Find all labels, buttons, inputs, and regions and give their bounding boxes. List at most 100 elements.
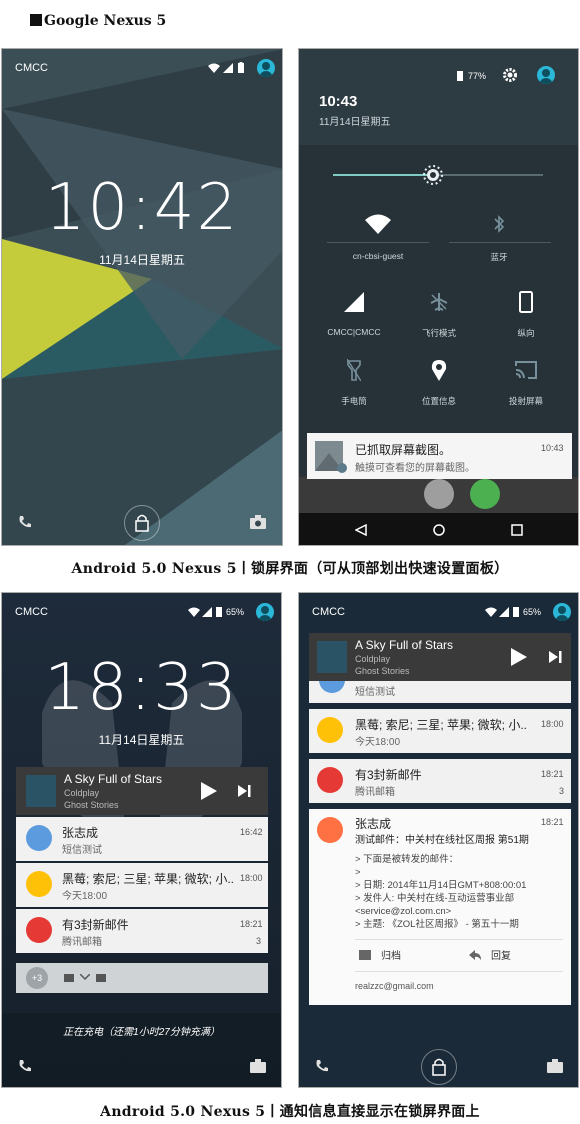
album-cover xyxy=(26,775,56,807)
notification-email-expanded[interactable]: 张志成 18:21 测试邮件：中关村在线社区周报 第51期 > 下面是被转发的邮… xyxy=(309,809,571,1005)
qs-tile-bluetooth[interactable]: 蓝牙 xyxy=(454,211,544,263)
qs-tile-location[interactable]: 位置信息 xyxy=(394,357,484,407)
avatar[interactable] xyxy=(553,603,571,621)
song-album: Ghost Stories xyxy=(355,666,410,676)
battery-icon xyxy=(457,71,463,81)
recents-icon[interactable] xyxy=(511,524,523,536)
camera-icon[interactable] xyxy=(250,1059,266,1073)
qs-tile-signal[interactable]: CMCC|CMCC xyxy=(309,289,399,337)
charging-status: 正在充电（还需1小时27分钟充满） xyxy=(63,1027,220,1038)
skip-next-icon[interactable] xyxy=(549,651,563,663)
overflow-count: +3 xyxy=(26,967,48,989)
email-account: realzzc@gmail.com xyxy=(355,981,434,991)
notification-title: 已抓取屏幕截图。 xyxy=(355,443,452,457)
lightbulb-icon xyxy=(26,871,52,897)
wifi-icon xyxy=(188,607,200,617)
music-notification[interactable]: A Sky Full of Stars Coldplay Ghost Stori… xyxy=(16,767,268,815)
gear-icon[interactable] xyxy=(502,67,518,83)
song-title: A Sky Full of Stars xyxy=(355,638,454,652)
wifi-icon xyxy=(365,214,391,234)
qs-tile-flashlight[interactable]: 手电筒 xyxy=(309,357,399,407)
signal-icon xyxy=(202,607,212,617)
qs-tile-rotation[interactable]: 纵向 xyxy=(481,289,571,339)
lock-date: 11月14日星期五 xyxy=(98,733,185,747)
phone-icon[interactable] xyxy=(18,515,32,529)
qs-divider xyxy=(327,242,429,243)
skip-next-icon[interactable] xyxy=(238,785,252,797)
notification-calendar[interactable]: 黑莓; 索尼; 三星; 苹果; 微软; 小.. 今天18:00 18:00 xyxy=(16,863,268,907)
heading-square xyxy=(30,14,42,26)
battery-percent: 77% xyxy=(468,71,487,81)
image-badge-icon xyxy=(337,463,347,473)
phone-icon[interactable] xyxy=(18,1059,32,1073)
notification-time: 10:43 xyxy=(541,443,564,453)
qs-tile-cast[interactable]: 投射屏幕 xyxy=(481,357,571,407)
status-bar: CMCC xyxy=(2,49,282,77)
battery-icon xyxy=(513,607,519,617)
phone-icon[interactable] xyxy=(315,1059,329,1073)
qs-tile-wifi[interactable]: cn-cbsi-guest xyxy=(333,211,423,261)
song-artist: Coldplay xyxy=(64,788,100,798)
song-artist: Coldplay xyxy=(355,654,391,664)
page-heading: Google Nexus 5 xyxy=(30,13,166,29)
screenshot-notification[interactable]: 已抓取屏幕截图。 触摸可查看您的屏幕截图。 10:43 xyxy=(307,433,572,479)
screen-lock-notifications: CMCC 65% 18:33 11月14日星期五 A Sky Full of S… xyxy=(1,592,282,1088)
dock-app-icon xyxy=(470,479,500,509)
flashlight-icon xyxy=(347,359,361,381)
signal-icon xyxy=(499,607,509,617)
qs-date: 11月14日星期五 xyxy=(319,117,391,128)
music-notification[interactable]: A Sky Full of Stars Coldplay Ghost Stori… xyxy=(309,633,571,681)
dock-app-icon xyxy=(424,479,454,509)
archive-button[interactable]: 归档 xyxy=(359,947,401,962)
screen-lockscreen: CMCC 10:42 11月14日星期五 xyxy=(1,48,283,546)
wifi-icon xyxy=(208,63,220,73)
avatar[interactable] xyxy=(257,59,275,77)
camera-icon[interactable] xyxy=(547,1059,563,1073)
nav-bar xyxy=(299,513,578,545)
airplane-icon xyxy=(430,293,448,311)
avatar[interactable] xyxy=(537,66,555,84)
location-icon xyxy=(431,360,447,381)
camera-icon[interactable] xyxy=(250,515,266,529)
email-sender: 张志成 xyxy=(355,817,392,831)
album-cover xyxy=(317,641,347,673)
email-body: > 下面是被转发的邮件： > > 日期: 2014年11月14日GMT+808:… xyxy=(355,854,527,930)
rotation-icon xyxy=(519,291,533,313)
carrier-label: CMCC xyxy=(15,606,48,618)
caption-top: Android 5.0 Nexus 5丨锁屏界面（可从顶部划出快速设置面板） xyxy=(71,561,509,577)
notification-text: 触摸可查看您的屏幕截图。 xyxy=(355,463,475,474)
back-icon[interactable] xyxy=(355,524,367,536)
brightness-icon[interactable] xyxy=(423,165,443,185)
qs-tile-airplane[interactable]: 飞行模式 xyxy=(394,289,484,339)
qs-time: 10:43 xyxy=(319,93,358,110)
email-actions-divider xyxy=(355,939,563,940)
lock-clock: 10:42 xyxy=(44,171,240,245)
reply-button[interactable]: 回复 xyxy=(469,947,511,962)
song-title: A Sky Full of Stars xyxy=(64,772,163,786)
play-icon[interactable] xyxy=(201,782,217,800)
archive-icon xyxy=(359,950,371,960)
play-icon[interactable] xyxy=(511,648,527,666)
song-album: Ghost Stories xyxy=(64,800,119,810)
lock-icon[interactable] xyxy=(421,1049,457,1085)
carrier-label: CMCC xyxy=(312,606,345,618)
avatar[interactable] xyxy=(256,603,274,621)
email-time: 18:21 xyxy=(541,817,564,827)
notification-overflow[interactable]: +3 xyxy=(16,963,268,993)
home-icon[interactable] xyxy=(433,524,445,536)
photo-small-icon xyxy=(96,974,106,982)
bluetooth-icon xyxy=(494,215,505,233)
notification-sms[interactable]: 张志成 短信测试 16:42 xyxy=(16,817,268,861)
battery-icon xyxy=(216,607,222,617)
lock-icon[interactable] xyxy=(124,505,160,541)
notification-mail[interactable]: 有3封新邮件 腾讯邮箱 18:21 3 xyxy=(309,759,571,803)
notification-calendar[interactable]: 黑莓; 索尼; 三星; 苹果; 微软; 小.. 今天18:00 18:00 xyxy=(309,709,571,753)
battery-percent: 65% xyxy=(226,607,245,617)
notification-mail[interactable]: 有3封新邮件 腾讯邮箱 18:21 3 xyxy=(16,909,268,953)
screen-expanded-email: CMCC 65% 短信测试 A Sky Full of Stars Coldpl… xyxy=(298,592,579,1088)
cast-icon xyxy=(515,361,537,379)
brightness-fill xyxy=(333,174,428,176)
mail-small-icon xyxy=(64,974,74,982)
carrier-label: CMCC xyxy=(15,62,48,74)
missed-call-icon xyxy=(80,974,90,981)
